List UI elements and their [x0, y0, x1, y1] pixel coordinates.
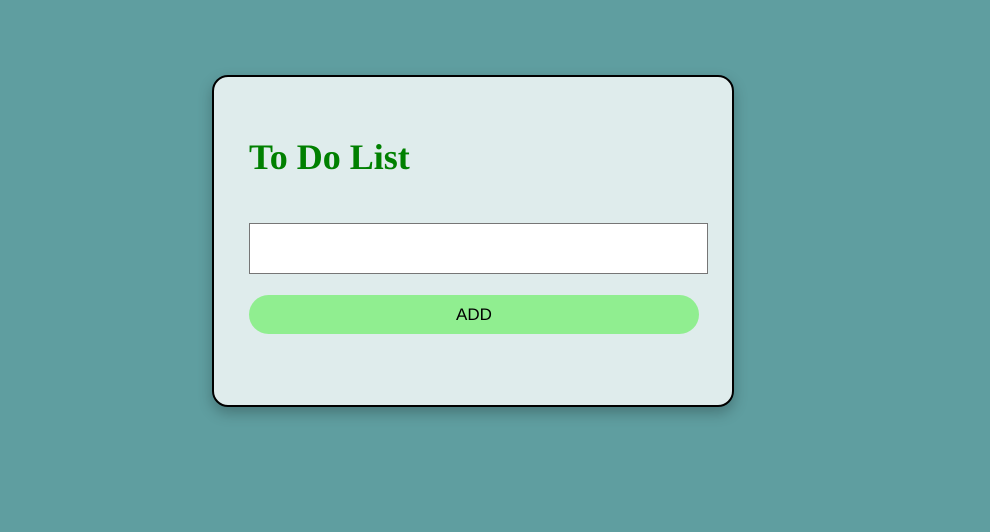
task-input[interactable]	[249, 223, 708, 274]
todo-card: To Do List ADD	[212, 75, 734, 407]
add-button[interactable]: ADD	[249, 295, 699, 334]
page-title: To Do List	[249, 137, 410, 177]
